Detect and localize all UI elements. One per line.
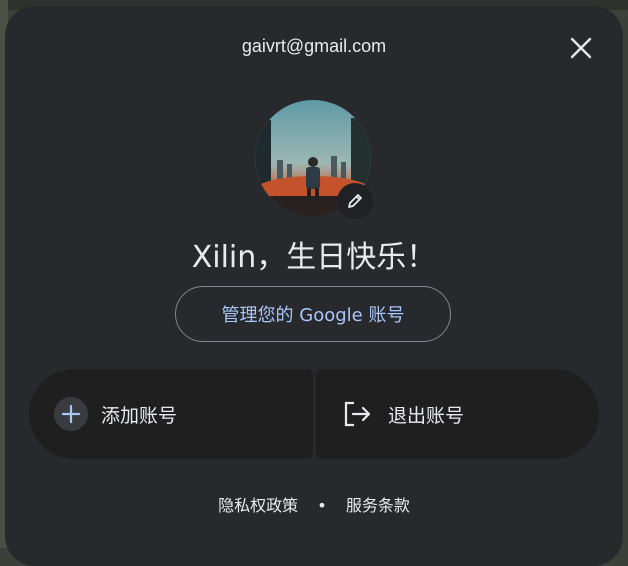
- logout-icon: [341, 397, 375, 431]
- account-email: gaivrt@gmail.com: [241, 36, 387, 56]
- sign-out-button[interactable]: 退出账号: [316, 369, 599, 459]
- manage-account-label: 管理您的 Google 账号: [221, 305, 405, 326]
- add-account-button[interactable]: 添加账号: [29, 369, 313, 459]
- privacy-policy-link[interactable]: 隐私权政策: [218, 496, 298, 515]
- add-account-label: 添加账号: [101, 404, 178, 427]
- footer-links: 隐私权政策 • 服务条款: [5, 492, 623, 516]
- pencil-icon: [348, 194, 362, 208]
- edit-avatar-button[interactable]: [337, 183, 373, 219]
- close-button[interactable]: [564, 31, 598, 65]
- close-icon: [570, 37, 592, 59]
- account-panel: gaivrt@gmail.com Xilin，生日快乐！ 管理您的 Google…: [5, 6, 623, 566]
- greeting-text: Xilin，生日快乐！: [191, 240, 437, 275]
- terms-of-service-link[interactable]: 服务条款: [346, 496, 410, 515]
- manage-account-button[interactable]: 管理您的 Google 账号: [175, 286, 451, 342]
- sign-out-label: 退出账号: [388, 404, 465, 427]
- plus-icon: [54, 397, 88, 431]
- account-actions: 添加账号 退出账号: [29, 369, 599, 459]
- footer-separator: •: [317, 496, 327, 515]
